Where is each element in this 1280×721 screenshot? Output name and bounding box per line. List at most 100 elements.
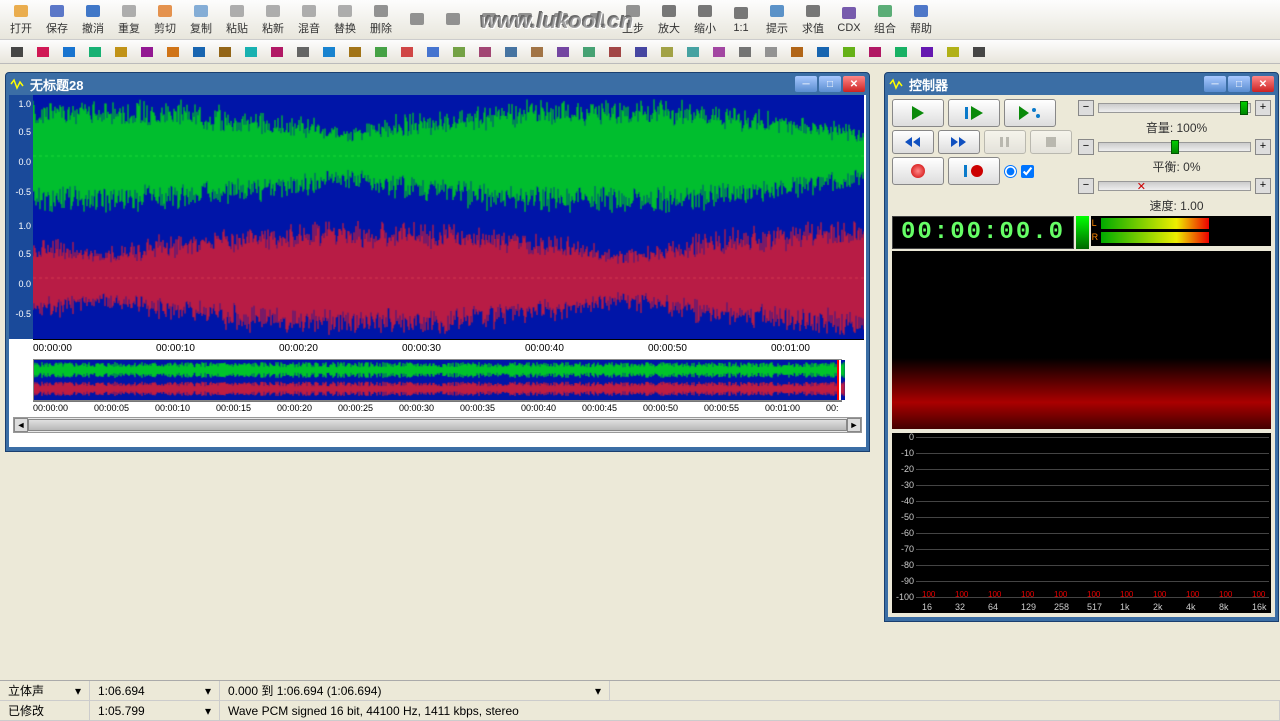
tool-23[interactable] [604, 42, 626, 62]
waveform-left-channel[interactable] [33, 95, 864, 217]
balance-minus-button[interactable]: − [1078, 139, 1094, 155]
record-option-check[interactable] [1021, 165, 1034, 178]
tool-1[interactable] [32, 42, 54, 62]
tool-10[interactable] [266, 42, 288, 62]
hint-button[interactable]: 提示 [760, 2, 794, 38]
balance-slider[interactable] [1098, 142, 1251, 152]
duration-dropdown[interactable]: 1:06.694▾ [90, 681, 220, 700]
mix-button[interactable]: 混音 [292, 2, 326, 38]
record-button[interactable] [892, 157, 944, 185]
t6-button[interactable] [580, 2, 614, 38]
tool-7[interactable] [188, 42, 210, 62]
maximize-button[interactable]: □ [1228, 76, 1250, 92]
tool-17[interactable] [448, 42, 470, 62]
scroll-right-button[interactable]: ► [847, 418, 861, 432]
minimize-button[interactable]: ─ [795, 76, 817, 92]
paste-button[interactable]: 粘贴 [220, 2, 254, 38]
tool-9[interactable] [240, 42, 262, 62]
tool-21[interactable] [552, 42, 574, 62]
tool-24[interactable] [630, 42, 652, 62]
open-button[interactable]: 打开 [4, 2, 38, 38]
zoomout-button[interactable]: 缩小 [688, 2, 722, 38]
pause-button[interactable] [984, 130, 1026, 154]
volume-slider[interactable] [1098, 103, 1251, 113]
waveform-overview[interactable] [33, 359, 842, 401]
record-option-radio[interactable] [1004, 165, 1017, 178]
waveform-right-channel[interactable] [33, 217, 864, 339]
speed-plus-button[interactable]: + [1255, 178, 1271, 194]
horizontal-scrollbar[interactable]: ◄ ► [13, 417, 862, 433]
copy-button[interactable]: 复制 [184, 2, 218, 38]
tool-25[interactable] [656, 42, 678, 62]
tool-26[interactable] [682, 42, 704, 62]
tool-29[interactable] [760, 42, 782, 62]
tool-37[interactable] [968, 42, 990, 62]
tool-22[interactable] [578, 42, 600, 62]
balance-plus-button[interactable]: + [1255, 139, 1271, 155]
tool-31[interactable] [812, 42, 834, 62]
prev-button[interactable]: 上步 [616, 2, 650, 38]
tool-13[interactable] [344, 42, 366, 62]
t1-button[interactable] [400, 2, 434, 38]
play-loop-button[interactable] [948, 99, 1000, 127]
tool-12[interactable] [318, 42, 340, 62]
pastenew-button[interactable]: 粘新 [256, 2, 290, 38]
play-selection-button[interactable] [1004, 99, 1056, 127]
close-button[interactable]: ✕ [843, 76, 865, 92]
volume-plus-button[interactable]: + [1255, 100, 1271, 116]
scroll-left-button[interactable]: ◄ [14, 418, 28, 432]
tool-28[interactable] [734, 42, 756, 62]
t4-button[interactable] [508, 2, 542, 38]
group-button[interactable]: 组合 [868, 2, 902, 38]
t2-button[interactable] [436, 2, 470, 38]
record-pause-button[interactable] [948, 157, 1000, 185]
tool-0[interactable] [6, 42, 28, 62]
tool-18[interactable] [474, 42, 496, 62]
help-button[interactable]: 帮助 [904, 2, 938, 38]
stop-button[interactable] [1030, 130, 1072, 154]
tool-15[interactable] [396, 42, 418, 62]
redo-button[interactable]: 重复 [112, 2, 146, 38]
tool-6[interactable] [162, 42, 184, 62]
tool-27[interactable] [708, 42, 730, 62]
tool-16[interactable] [422, 42, 444, 62]
delete-button[interactable]: 删除 [364, 2, 398, 38]
play-button[interactable] [892, 99, 944, 127]
tool-19[interactable] [500, 42, 522, 62]
eval-button[interactable]: 求值 [796, 2, 830, 38]
maximize-button[interactable]: □ [819, 76, 841, 92]
tool-33[interactable] [864, 42, 886, 62]
tool-35[interactable] [916, 42, 938, 62]
waveform-titlebar[interactable]: 无标题28 ─ □ ✕ [6, 73, 869, 95]
zoomin-button[interactable]: 放大 [652, 2, 686, 38]
tool-14[interactable] [370, 42, 392, 62]
speed-minus-button[interactable]: − [1078, 178, 1094, 194]
minimize-button[interactable]: ─ [1204, 76, 1226, 92]
tool-30[interactable] [786, 42, 808, 62]
tool-8[interactable] [214, 42, 236, 62]
volume-minus-button[interactable]: − [1078, 100, 1094, 116]
undo-button[interactable]: 撤消 [76, 2, 110, 38]
selection-dropdown[interactable]: 0.000 到 1:06.694 (1:06.694)▾ [220, 681, 610, 700]
forward-button[interactable] [938, 130, 980, 154]
tool-34[interactable] [890, 42, 912, 62]
rewind-button[interactable] [892, 130, 934, 154]
t3-button[interactable] [472, 2, 506, 38]
cdx-button[interactable]: CDX [832, 2, 866, 38]
t5-button[interactable] [544, 2, 578, 38]
tool-32[interactable] [838, 42, 860, 62]
controller-titlebar[interactable]: 控制器 ─ □ ✕ [885, 73, 1278, 95]
replace-button[interactable]: 替换 [328, 2, 362, 38]
speed-slider[interactable]: ✕ [1098, 181, 1251, 191]
tool-5[interactable] [136, 42, 158, 62]
tool-4[interactable] [110, 42, 132, 62]
channels-dropdown[interactable]: 立体声 ▾ [0, 681, 90, 700]
oneone-button[interactable]: 1:1 [724, 2, 758, 38]
close-button[interactable]: ✕ [1252, 76, 1274, 92]
tool-11[interactable] [292, 42, 314, 62]
cut-button[interactable]: 剪切 [148, 2, 182, 38]
save-button[interactable]: 保存 [40, 2, 74, 38]
tool-2[interactable] [58, 42, 80, 62]
scroll-thumb[interactable] [28, 419, 847, 431]
tool-36[interactable] [942, 42, 964, 62]
